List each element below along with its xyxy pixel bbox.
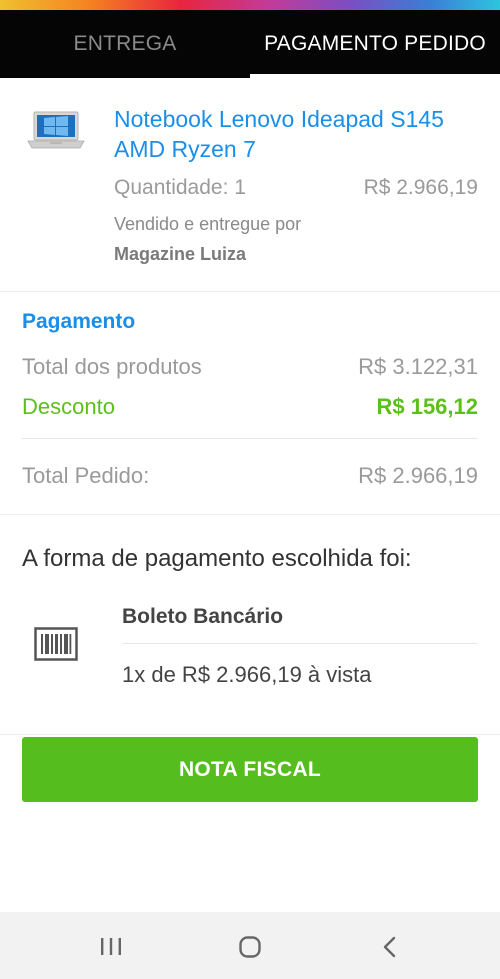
discount-value: R$ 156,12: [376, 394, 478, 419]
discount-row: Desconto R$ 156,12: [22, 394, 478, 420]
total-products-value: R$ 3.122,31: [358, 354, 478, 379]
product-price: R$ 2.966,19: [363, 176, 478, 199]
tab-bar: ENTREGA PAGAMENTO PEDIDO: [0, 10, 500, 78]
payment-method-name: Boleto Bancário: [122, 605, 284, 628]
installment-info: 1x de R$ 2.966,19 à vista: [122, 662, 372, 687]
laptop-thumbnail[interactable]: [26, 108, 86, 156]
total-order-value: R$ 2.966,19: [358, 463, 478, 488]
product-title-link[interactable]: Notebook Lenovo Ideapad S145 AMD Ryzen 7: [114, 104, 484, 164]
nota-fiscal-button[interactable]: NOTA FISCAL: [22, 737, 478, 802]
divider: [122, 643, 478, 644]
sold-by-label: Vendido e entregue por: [114, 214, 302, 234]
discount-label: Desconto: [22, 394, 115, 419]
total-products-label: Total dos produtos: [22, 354, 202, 379]
tab-entrega[interactable]: ENTREGA: [0, 10, 250, 78]
barcode-icon: [34, 627, 78, 661]
total-order-row: Total Pedido: R$ 2.966,19: [22, 463, 478, 489]
payment-method-section: A forma de pagamento escolhida foi: Bole…: [0, 515, 500, 735]
seller-name: Magazine Luiza: [114, 244, 247, 264]
product-quantity: Quantidade: 1: [114, 176, 246, 199]
total-products-row: Total dos produtos R$ 3.122,31: [22, 354, 478, 380]
payment-method-heading: A forma de pagamento escolhida foi:: [22, 545, 412, 572]
recent-apps-icon[interactable]: [100, 938, 122, 955]
tab-pagamento-pedido[interactable]: PAGAMENTO PEDIDO: [250, 10, 500, 78]
total-order-label: Total Pedido:: [22, 463, 150, 488]
divider: [22, 438, 478, 439]
payment-heading: Pagamento: [22, 310, 136, 333]
product-item: Notebook Lenovo Ideapad S145 AMD Ryzen 7…: [0, 78, 500, 292]
brand-color-strip: [0, 0, 500, 10]
back-icon[interactable]: [382, 936, 398, 958]
home-icon[interactable]: [239, 936, 261, 958]
system-nav-bar: [0, 912, 500, 979]
payment-summary: Pagamento Total dos produtos R$ 3.122,31…: [0, 292, 500, 515]
